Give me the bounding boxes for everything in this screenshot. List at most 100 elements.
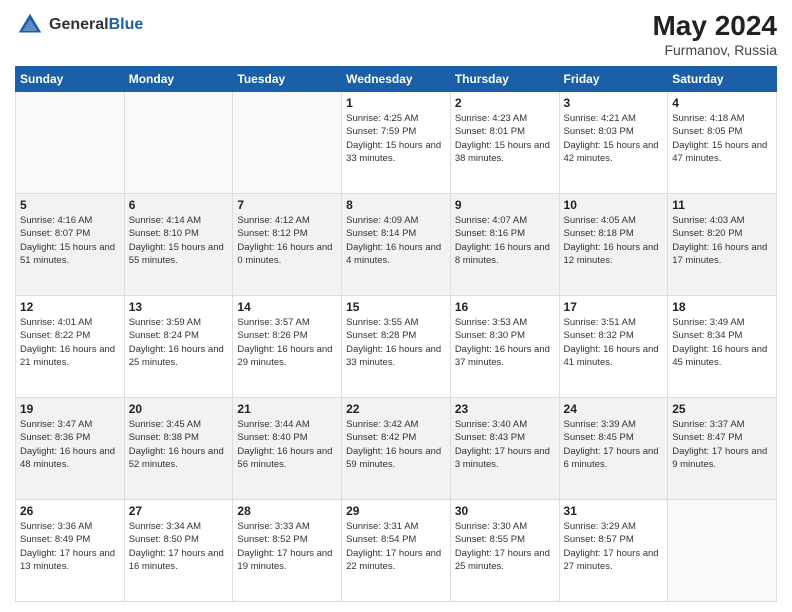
header-saturday: Saturday: [668, 67, 777, 92]
day-number: 29: [346, 504, 446, 518]
table-row: 4Sunrise: 4:18 AM Sunset: 8:05 PM Daylig…: [668, 92, 777, 194]
logo-icon: [15, 10, 45, 40]
day-number: 10: [564, 198, 664, 212]
day-info: Sunrise: 4:03 AM Sunset: 8:20 PM Dayligh…: [672, 214, 772, 267]
table-row: 23Sunrise: 3:40 AM Sunset: 8:43 PM Dayli…: [450, 398, 559, 500]
day-number: 18: [672, 300, 772, 314]
header-friday: Friday: [559, 67, 668, 92]
table-row: 27 Sunrise: 3:34 AM Sunset: 8:50 PM Dayli…: [124, 500, 233, 602]
calendar-week-row: 12 Sunrise: 4:01 AM Sunset: 8:22 PM Dayli…: [16, 296, 777, 398]
logo-text: General Blue: [49, 17, 143, 33]
day-number: 15: [346, 300, 446, 314]
day-info: Sunrise: 3:36 AM Sunset: 8:49 PM Dayligh…: [20, 520, 120, 573]
table-row: 13 Sunrise: 3:59 AM Sunset: 8:24 PM Dayli…: [124, 296, 233, 398]
table-row: 18 Sunrise: 3:49 AM Sunset: 8:34 PM Dayli…: [668, 296, 777, 398]
day-number: 22: [346, 402, 446, 416]
table-row: 6Sunrise: 4:14 AM Sunset: 8:10 PM Daylig…: [124, 194, 233, 296]
day-info: Sunrise: 3:45 AM Sunset: 8:38 PM Dayligh…: [129, 418, 229, 471]
table-row: [16, 92, 125, 194]
table-row: 10Sunrise: 4:05 AM Sunset: 8:18 PM Dayli…: [559, 194, 668, 296]
day-info: Sunrise: 4:07 AM Sunset: 8:16 PM Dayligh…: [455, 214, 555, 267]
sub-title: Furmanov, Russia: [652, 42, 777, 58]
day-info: Sunrise: 3:59 AM Sunset: 8:24 PM Dayligh…: [129, 316, 229, 369]
logo: General Blue: [15, 10, 143, 40]
day-number: 16: [455, 300, 555, 314]
day-info: Sunrise: 4:25 AM Sunset: 7:59 PM Dayligh…: [346, 112, 446, 165]
day-number: 7: [237, 198, 337, 212]
table-row: 7Sunrise: 4:12 AM Sunset: 8:12 PM Daylig…: [233, 194, 342, 296]
table-row: 26 Sunrise: 3:36 AM Sunset: 8:49 PM Dayli…: [16, 500, 125, 602]
day-number: 23: [455, 402, 555, 416]
day-info: Sunrise: 3:57 AM Sunset: 8:26 PM Dayligh…: [237, 316, 337, 369]
day-info: Sunrise: 3:33 AM Sunset: 8:52 PM Dayligh…: [237, 520, 337, 573]
calendar-week-row: 1Sunrise: 4:25 AM Sunset: 7:59 PM Daylig…: [16, 92, 777, 194]
day-info: Sunrise: 4:16 AM Sunset: 8:07 PM Dayligh…: [20, 214, 120, 267]
page: General Blue May 2024 Furmanov, Russia S…: [0, 0, 792, 612]
day-number: 12: [20, 300, 120, 314]
header-tuesday: Tuesday: [233, 67, 342, 92]
table-row: 5Sunrise: 4:16 AM Sunset: 8:07 PM Daylig…: [16, 194, 125, 296]
table-row: 8 Sunrise: 4:09 AM Sunset: 8:14 PM Daylig…: [342, 194, 451, 296]
day-info: Sunrise: 4:01 AM Sunset: 8:22 PM Dayligh…: [20, 316, 120, 369]
day-info: Sunrise: 3:49 AM Sunset: 8:34 PM Dayligh…: [672, 316, 772, 369]
table-row: 30 Sunrise: 3:30 AM Sunset: 8:55 PM Dayli…: [450, 500, 559, 602]
table-row: 21Sunrise: 3:44 AM Sunset: 8:40 PM Dayli…: [233, 398, 342, 500]
day-info: Sunrise: 3:47 AM Sunset: 8:36 PM Dayligh…: [20, 418, 120, 471]
day-number: 17: [564, 300, 664, 314]
day-number: 9: [455, 198, 555, 212]
table-row: 16 Sunrise: 3:53 AM Sunset: 8:30 PM Dayli…: [450, 296, 559, 398]
day-number: 13: [129, 300, 229, 314]
day-info: Sunrise: 3:42 AM Sunset: 8:42 PM Dayligh…: [346, 418, 446, 471]
calendar-week-row: 5Sunrise: 4:16 AM Sunset: 8:07 PM Daylig…: [16, 194, 777, 296]
main-title: May 2024: [652, 10, 777, 42]
day-number: 20: [129, 402, 229, 416]
day-number: 25: [672, 402, 772, 416]
day-info: Sunrise: 4:09 AM Sunset: 8:14 PM Dayligh…: [346, 214, 446, 267]
table-row: 28 Sunrise: 3:33 AM Sunset: 8:52 PM Dayli…: [233, 500, 342, 602]
table-row: 3 Sunrise: 4:21 AM Sunset: 8:03 PM Daylig…: [559, 92, 668, 194]
day-info: Sunrise: 4:23 AM Sunset: 8:01 PM Dayligh…: [455, 112, 555, 165]
day-info: Sunrise: 3:30 AM Sunset: 8:55 PM Dayligh…: [455, 520, 555, 573]
header-sunday: Sunday: [16, 67, 125, 92]
table-row: [124, 92, 233, 194]
day-number: 2: [455, 96, 555, 110]
day-number: 27: [129, 504, 229, 518]
day-number: 4: [672, 96, 772, 110]
day-number: 3: [564, 96, 664, 110]
table-row: 11Sunrise: 4:03 AM Sunset: 8:20 PM Dayli…: [668, 194, 777, 296]
table-row: 31 Sunrise: 3:29 AM Sunset: 8:57 PM Dayli…: [559, 500, 668, 602]
table-row: 12 Sunrise: 4:01 AM Sunset: 8:22 PM Dayli…: [16, 296, 125, 398]
day-info: Sunrise: 4:14 AM Sunset: 8:10 PM Dayligh…: [129, 214, 229, 267]
day-number: 14: [237, 300, 337, 314]
day-number: 8: [346, 198, 446, 212]
calendar-week-row: 19Sunrise: 3:47 AM Sunset: 8:36 PM Dayli…: [16, 398, 777, 500]
day-info: Sunrise: 4:21 AM Sunset: 8:03 PM Dayligh…: [564, 112, 664, 165]
day-info: Sunrise: 3:29 AM Sunset: 8:57 PM Dayligh…: [564, 520, 664, 573]
table-row: 17 Sunrise: 3:51 AM Sunset: 8:32 PM Dayli…: [559, 296, 668, 398]
day-info: Sunrise: 3:55 AM Sunset: 8:28 PM Dayligh…: [346, 316, 446, 369]
calendar: Sunday Monday Tuesday Wednesday Thursday…: [15, 66, 777, 602]
table-row: [668, 500, 777, 602]
day-number: 28: [237, 504, 337, 518]
header: General Blue May 2024 Furmanov, Russia: [15, 10, 777, 58]
day-number: 26: [20, 504, 120, 518]
weekday-header-row: Sunday Monday Tuesday Wednesday Thursday…: [16, 67, 777, 92]
day-number: 31: [564, 504, 664, 518]
day-info: Sunrise: 3:37 AM Sunset: 8:47 PM Dayligh…: [672, 418, 772, 471]
day-info: Sunrise: 3:34 AM Sunset: 8:50 PM Dayligh…: [129, 520, 229, 573]
logo-general: General: [49, 17, 109, 33]
table-row: 20 Sunrise: 3:45 AM Sunset: 8:38 PM Dayli…: [124, 398, 233, 500]
table-row: 2 Sunrise: 4:23 AM Sunset: 8:01 PM Daylig…: [450, 92, 559, 194]
day-info: Sunrise: 3:39 AM Sunset: 8:45 PM Dayligh…: [564, 418, 664, 471]
day-info: Sunrise: 3:51 AM Sunset: 8:32 PM Dayligh…: [564, 316, 664, 369]
table-row: 24 Sunrise: 3:39 AM Sunset: 8:45 PM Dayli…: [559, 398, 668, 500]
table-row: 29Sunrise: 3:31 AM Sunset: 8:54 PM Dayli…: [342, 500, 451, 602]
header-monday: Monday: [124, 67, 233, 92]
day-number: 30: [455, 504, 555, 518]
title-block: May 2024 Furmanov, Russia: [652, 10, 777, 58]
table-row: 19Sunrise: 3:47 AM Sunset: 8:36 PM Dayli…: [16, 398, 125, 500]
header-wednesday: Wednesday: [342, 67, 451, 92]
day-number: 24: [564, 402, 664, 416]
day-info: Sunrise: 3:53 AM Sunset: 8:30 PM Dayligh…: [455, 316, 555, 369]
day-info: Sunrise: 3:44 AM Sunset: 8:40 PM Dayligh…: [237, 418, 337, 471]
